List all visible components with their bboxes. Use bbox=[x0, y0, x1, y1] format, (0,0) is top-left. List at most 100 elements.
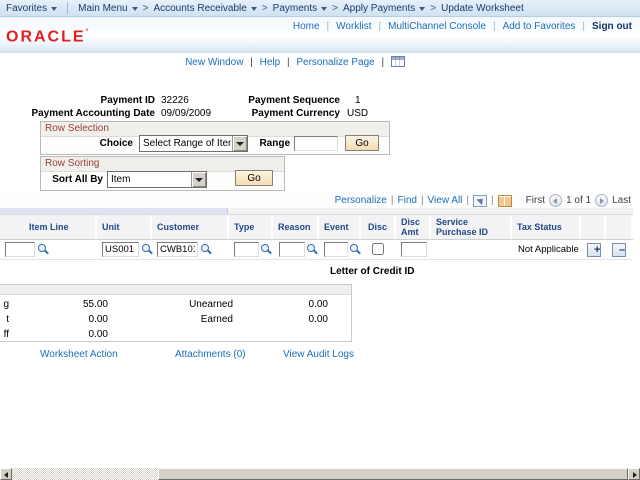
disc-amt-input[interactable] bbox=[401, 242, 427, 257]
column-header-type: Type bbox=[229, 215, 273, 239]
row-sorting-go-button[interactable]: Go bbox=[235, 170, 273, 186]
summary-header-strip bbox=[0, 285, 351, 295]
worksheet-action-link[interactable]: Worksheet Action bbox=[40, 349, 118, 360]
home-link[interactable]: Home bbox=[293, 21, 320, 32]
oracle-logo: ORACLE’ bbox=[6, 27, 91, 46]
page-bar: New Window Help Personalize Page bbox=[0, 56, 590, 68]
grid-pager: First 1 of 1 Last bbox=[526, 194, 631, 207]
scroll-left-arrow[interactable] bbox=[0, 468, 12, 480]
event-input[interactable] bbox=[324, 242, 348, 257]
grid-toolbar: Personalize Find View All First 1 of 1 L… bbox=[0, 192, 633, 208]
breadcrumb-separator bbox=[332, 3, 338, 14]
dropdown-arrow-icon[interactable] bbox=[232, 136, 247, 151]
column-header-item-line: Item Line bbox=[1, 215, 97, 239]
chevron-down-icon bbox=[321, 7, 328, 11]
chevron-down-icon bbox=[51, 7, 58, 11]
column-header-disc: Disc bbox=[361, 215, 396, 239]
breadcrumb-update-worksheet: Update Worksheet bbox=[441, 2, 524, 14]
personalize-page-link[interactable]: Personalize Page bbox=[296, 57, 374, 68]
divider bbox=[67, 2, 69, 14]
multichannel-console-link[interactable]: MultiChannel Console bbox=[388, 21, 486, 32]
delete-row-button[interactable]: – bbox=[612, 243, 626, 257]
column-header-tax-status: Tax Status bbox=[512, 215, 581, 239]
personalize-link[interactable]: Personalize bbox=[335, 195, 387, 206]
horizontal-scrollbar bbox=[0, 468, 640, 480]
service-purchase-id-cell bbox=[431, 240, 512, 259]
reason-input[interactable] bbox=[279, 242, 305, 257]
column-header-unit: Unit bbox=[97, 215, 152, 239]
sort-all-by-dropdown[interactable]: Item bbox=[107, 171, 207, 188]
find-link[interactable]: Find bbox=[397, 195, 416, 206]
sign-out-link[interactable]: Sign out bbox=[592, 21, 632, 32]
column-header-customer: Customer bbox=[152, 215, 229, 239]
add-to-favorites-link[interactable]: Add to Favorites bbox=[503, 21, 576, 32]
chevron-down-icon bbox=[250, 7, 257, 11]
scrollbar-thumb[interactable] bbox=[158, 468, 628, 480]
dropdown-arrow-icon[interactable] bbox=[191, 172, 206, 187]
range-input[interactable] bbox=[294, 136, 338, 151]
range-label: Range bbox=[259, 138, 290, 149]
type-input[interactable] bbox=[234, 242, 259, 257]
view-all-link[interactable]: View All bbox=[428, 195, 463, 206]
disc-checkbox[interactable] bbox=[372, 243, 384, 255]
sort-all-by-label: Sort All By bbox=[52, 174, 103, 185]
breadcrumb: Favorites Main Menu Accounts Receivable … bbox=[0, 0, 640, 17]
view-audit-logs-link[interactable]: View Audit Logs bbox=[283, 349, 354, 360]
previous-row-icon[interactable] bbox=[549, 194, 563, 207]
event-lookup-icon[interactable] bbox=[349, 243, 361, 256]
chevron-down-icon bbox=[131, 7, 138, 11]
download-to-excel-icon[interactable] bbox=[497, 194, 512, 207]
customer-input[interactable] bbox=[157, 242, 198, 257]
column-header-disc-amt: Disc Amt bbox=[396, 215, 431, 239]
summary-value: 0.00 bbox=[88, 314, 108, 325]
breadcrumb-payments[interactable]: Payments bbox=[273, 3, 328, 14]
summary-value: 0.00 bbox=[88, 329, 108, 340]
breadcrumb-apply-payments[interactable]: Apply Payments bbox=[343, 3, 426, 14]
grid-header-row: Item Line Unit Customer Type Reason Even… bbox=[0, 214, 633, 240]
row-selection-go-button[interactable]: Go bbox=[345, 135, 379, 151]
scroll-right-arrow[interactable] bbox=[628, 468, 640, 480]
main-menu[interactable]: Main Menu bbox=[78, 3, 138, 14]
breadcrumb-separator bbox=[430, 3, 436, 14]
scrollbar-track[interactable] bbox=[12, 468, 158, 480]
breadcrumb-accounts-receivable[interactable]: Accounts Receivable bbox=[153, 3, 257, 14]
breadcrumb-separator bbox=[262, 3, 268, 14]
update-worksheet-page: Favorites Main Menu Accounts Receivable … bbox=[0, 0, 640, 480]
new-window-link[interactable]: New Window bbox=[185, 57, 243, 68]
payment-sequence-value: 1 bbox=[355, 95, 361, 106]
choice-dropdown[interactable]: Select Range of Items bbox=[139, 135, 248, 152]
earned-label: Earned bbox=[200, 314, 233, 325]
add-row-button[interactable]: + bbox=[587, 243, 601, 257]
personalize-page-grid-icon[interactable] bbox=[390, 56, 405, 67]
zoom-grid-icon[interactable] bbox=[473, 194, 487, 207]
earned-value: 0.00 bbox=[308, 314, 328, 325]
chevron-down-icon bbox=[419, 7, 426, 11]
pager-position: 1 of 1 bbox=[566, 195, 592, 206]
reason-lookup-icon[interactable] bbox=[306, 243, 318, 256]
payment-id-label: Payment ID bbox=[100, 95, 155, 106]
summary-label-fragment: ff bbox=[3, 329, 9, 340]
summary-label-fragment: g bbox=[3, 299, 9, 310]
type-lookup-icon[interactable] bbox=[260, 243, 272, 256]
column-header-service-purchase-id: Service Purchase ID bbox=[431, 215, 512, 239]
tax-status-cell: Not Applicable bbox=[518, 244, 579, 255]
table-row: Not Applicable + – bbox=[0, 240, 633, 260]
footer-links: Worksheet Action Attachments (0) View Au… bbox=[0, 349, 400, 361]
letter-of-credit-id-label: Letter of Credit ID bbox=[330, 266, 415, 277]
payment-accounting-date-label: Payment Accounting Date bbox=[31, 108, 155, 119]
payment-sequence-label: Payment Sequence bbox=[248, 95, 340, 106]
attachments-link[interactable]: Attachments (0) bbox=[175, 349, 246, 360]
unearned-value: 0.00 bbox=[308, 299, 328, 310]
first-label: First bbox=[525, 195, 546, 206]
column-header-event: Event bbox=[319, 215, 361, 239]
unit-input[interactable] bbox=[102, 242, 139, 257]
help-link[interactable]: Help bbox=[260, 57, 281, 68]
customer-lookup-icon[interactable] bbox=[200, 243, 212, 256]
next-row-icon[interactable] bbox=[595, 194, 609, 207]
payment-currency-label: Payment Currency bbox=[251, 108, 340, 119]
item-line-input[interactable] bbox=[5, 242, 35, 257]
choice-label: Choice bbox=[99, 138, 133, 149]
favorites-menu[interactable]: Favorites bbox=[6, 3, 58, 14]
item-line-lookup-icon[interactable] bbox=[37, 243, 49, 256]
worklist-link[interactable]: Worklist bbox=[336, 21, 371, 32]
